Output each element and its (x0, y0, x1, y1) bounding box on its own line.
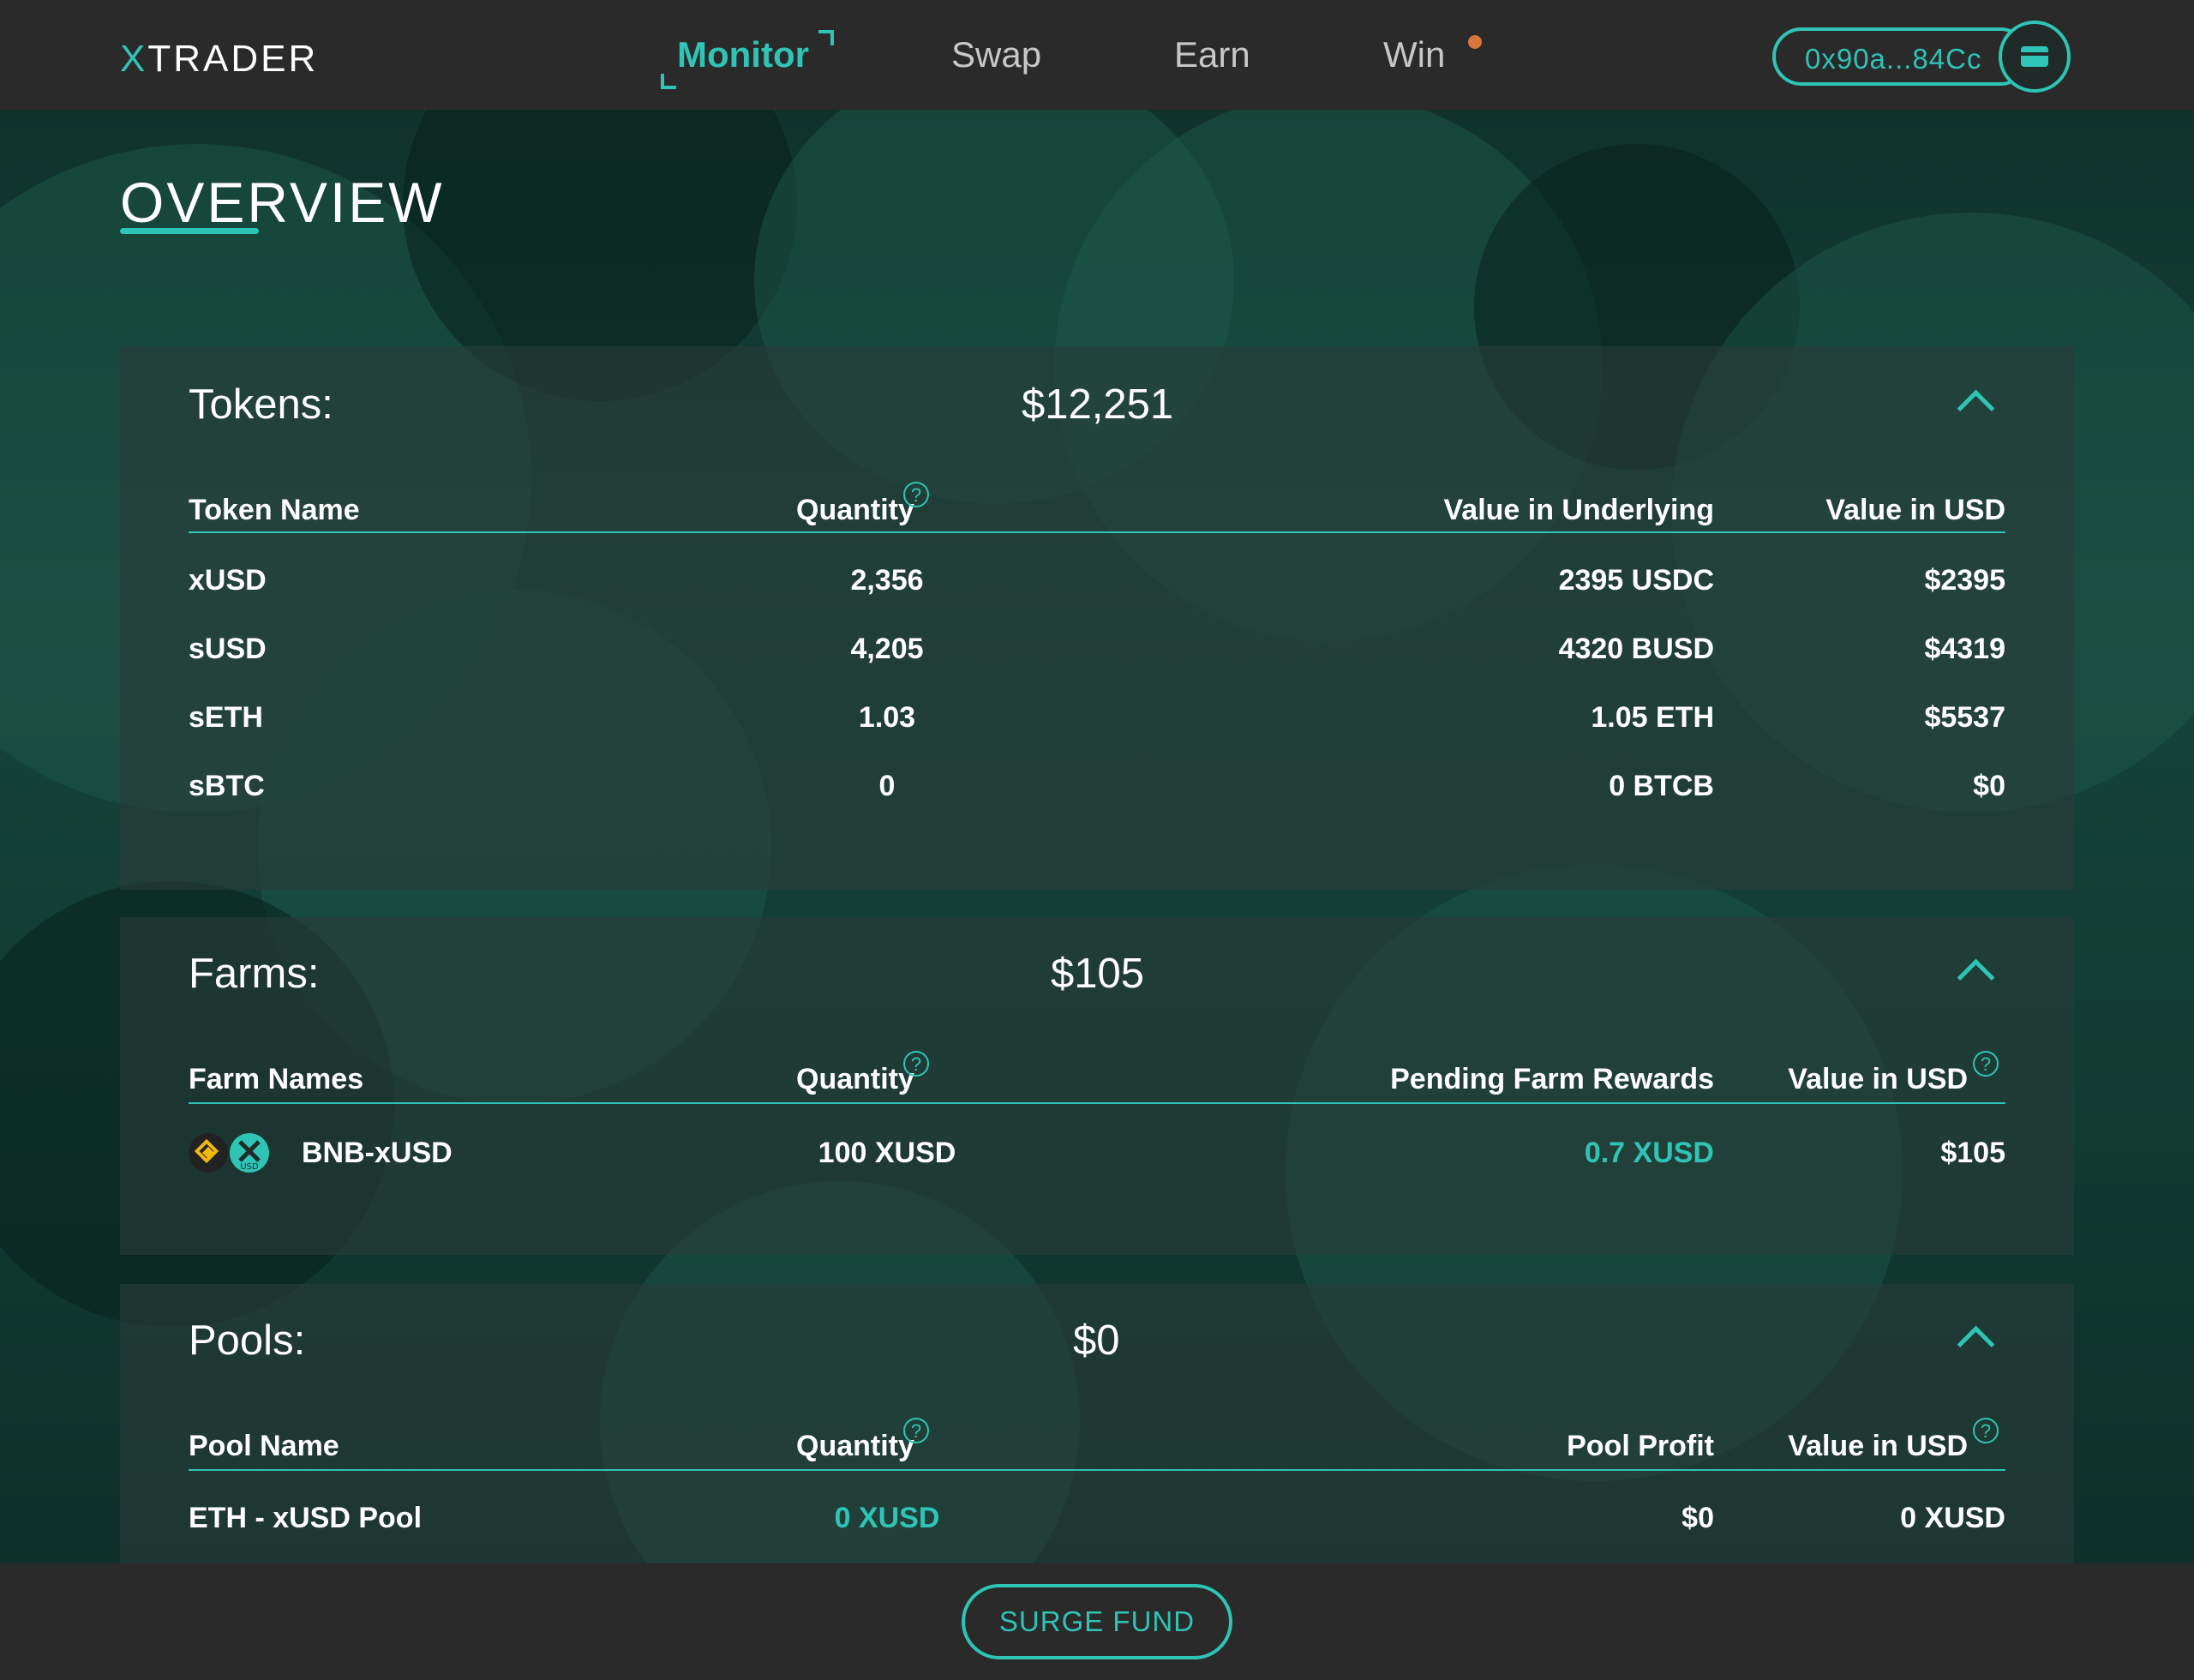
farm-name: BNB-xUSD (302, 1137, 453, 1169)
token-quantity: 2,356 (850, 564, 924, 597)
notification-dot (1468, 35, 1482, 49)
page-title: OVERVIEW (120, 171, 445, 234)
help-icon[interactable]: ? (903, 1051, 929, 1077)
help-icon[interactable]: ? (1973, 1418, 1999, 1443)
token-usd: $0 (1973, 770, 2005, 802)
wallet-card-icon (2021, 46, 2048, 67)
wallet-button[interactable] (1999, 21, 2071, 93)
help-icon[interactable]: ? (903, 1418, 929, 1443)
token-name: sBTC (189, 770, 265, 802)
farms-title: Farms: (189, 951, 320, 997)
header-divider (189, 1102, 2005, 1104)
farm-usd: $105 (1940, 1137, 2005, 1169)
logo-text: TRADER (147, 38, 319, 80)
bnb-icon (189, 1133, 228, 1173)
header-farm-names: Farm Names (189, 1063, 364, 1095)
token-usd: $4319 (1924, 633, 2005, 665)
pools-title: Pools: (189, 1317, 306, 1364)
help-icon[interactable]: ? (903, 482, 929, 507)
header-value-usd: Value in USD (1788, 1063, 1968, 1095)
token-name: xUSD (189, 564, 267, 597)
active-bracket-icon (818, 30, 834, 45)
title-underline (120, 228, 259, 234)
top-navigation-bar: XTRADER Monitor Swap Earn Win 0x90a...84… (0, 0, 2194, 110)
farms-panel: Farms: $105 Farm Names Quantity ? Pendin… (120, 917, 2074, 1255)
nav-swap[interactable]: Swap (951, 34, 1041, 75)
wallet-address: 0x90a...84Cc (1805, 43, 1982, 75)
nav-monitor[interactable]: Monitor (677, 34, 809, 75)
nav-win[interactable]: Win (1383, 34, 1445, 75)
active-bracket-icon (661, 74, 676, 89)
pool-quantity: 0 XUSD (834, 1502, 940, 1534)
header-divider (189, 531, 2005, 533)
pool-name: ETH - xUSD Pool (189, 1502, 423, 1534)
header-token-name: Token Name (189, 494, 360, 526)
header-pool-name: Pool Name (189, 1430, 339, 1462)
header-value-usd: Value in USD (1788, 1430, 1968, 1462)
header-value-usd: Value in USD (1825, 494, 2005, 526)
header-divider (189, 1469, 2005, 1471)
tokens-total: $12,251 (1022, 381, 1174, 428)
token-name: sETH (189, 701, 263, 734)
tokens-panel: Tokens: $12,251 Token Name Quantity ? Va… (120, 346, 2074, 890)
wallet-address-button[interactable]: 0x90a...84Cc (1772, 27, 2029, 86)
farms-total: $105 (1051, 951, 1145, 997)
xusd-icon-label: USD (240, 1162, 259, 1172)
chevron-up-icon[interactable] (1957, 958, 1995, 997)
farm-quantity: 100 XUSD (818, 1137, 956, 1169)
tokens-title: Tokens: (189, 381, 333, 428)
token-quantity: 4,205 (850, 633, 924, 665)
logo-x-mark: X (120, 38, 148, 80)
header-quantity: Quantity (796, 494, 914, 526)
header-quantity: Quantity (796, 1430, 914, 1462)
nav-earn[interactable]: Earn (1174, 34, 1250, 75)
chevron-up-icon[interactable] (1957, 1325, 1995, 1364)
token-usd: $5537 (1924, 701, 2005, 734)
token-quantity: 0 (878, 770, 896, 802)
pools-total: $0 (1073, 1317, 1120, 1364)
help-icon[interactable]: ? (1973, 1051, 1999, 1077)
token-name: sUSD (189, 633, 267, 665)
chevron-up-icon[interactable] (1957, 389, 1995, 428)
header-quantity: Quantity (796, 1063, 914, 1095)
xtrader-logo[interactable]: XTRADER (120, 38, 318, 81)
token-quantity: 1.03 (858, 701, 916, 734)
surge-fund-button[interactable]: SURGE FUND (962, 1584, 1232, 1659)
xusd-icon: USD (230, 1133, 269, 1173)
pool-usd: 0 XUSD (1900, 1502, 2005, 1534)
token-usd: $2395 (1924, 564, 2005, 597)
pools-panel: Pools: $0 Pool Name Quantity ? Pool Prof… (120, 1284, 2074, 1563)
